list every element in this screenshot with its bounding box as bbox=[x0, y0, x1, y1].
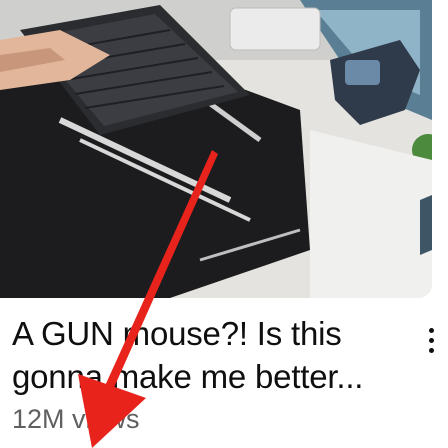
video-title-line-2: gonna make me better... bbox=[12, 358, 364, 395]
video-title-line-1: A GUN mouse?! Is this bbox=[12, 315, 342, 352]
view-count: 12M views bbox=[12, 404, 140, 434]
thumbnail-image bbox=[0, 0, 432, 298]
more-vert-icon-dot-3 bbox=[428, 347, 434, 353]
more-vert-icon-dot-2 bbox=[428, 337, 434, 343]
more-vert-icon bbox=[428, 327, 434, 333]
video-thumbnail[interactable] bbox=[0, 0, 432, 298]
more-options-button[interactable] bbox=[418, 312, 444, 368]
video-card[interactable]: A GUN mouse?! Is this gonna make me bett… bbox=[0, 0, 448, 448]
video-title[interactable]: A GUN mouse?! Is this gonna make me bett… bbox=[12, 312, 404, 398]
